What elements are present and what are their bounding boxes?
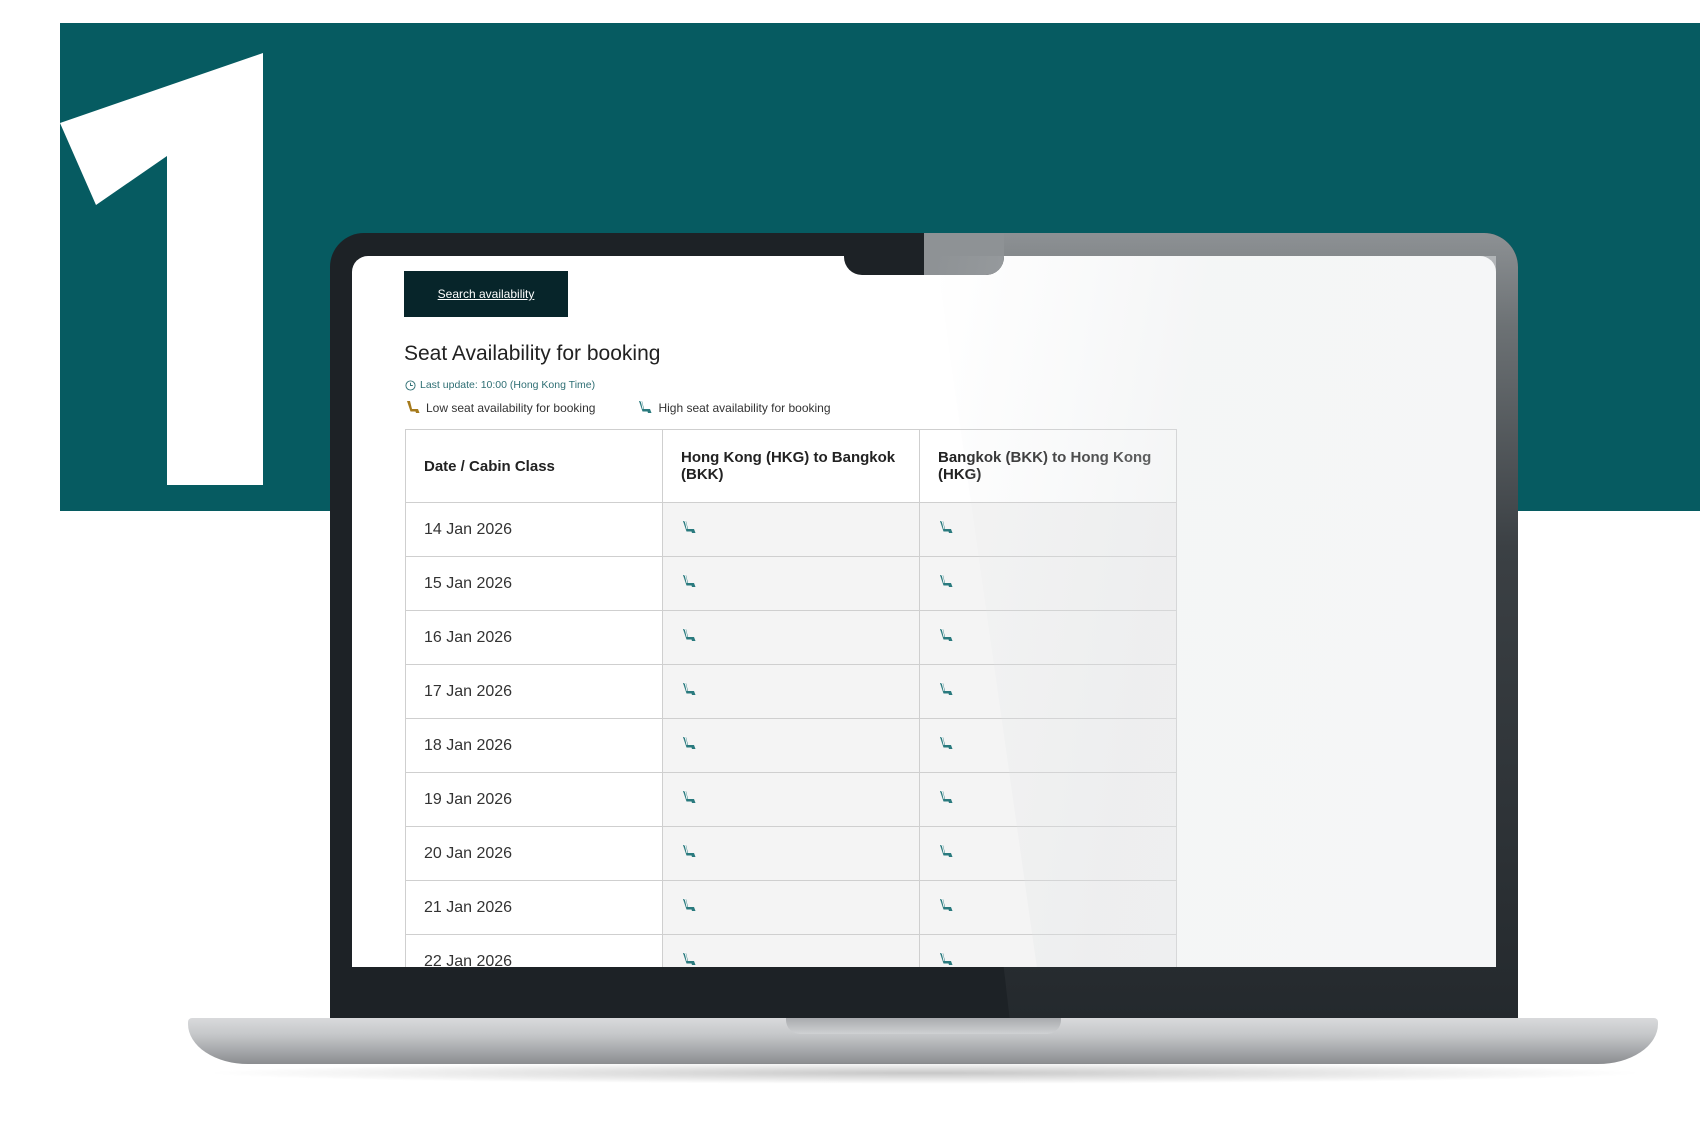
outbound-availability-cell (662, 664, 920, 719)
table-row: 19 Jan 2026 (405, 772, 1177, 827)
legend-high: High seat availability for booking (637, 400, 831, 415)
table-row: 15 Jan 2026 (405, 556, 1177, 611)
legend-low: Low seat availability for booking (405, 400, 595, 415)
high-availability-seat-icon (681, 898, 697, 913)
inbound-availability-cell (919, 610, 1177, 665)
step-number-graphic (60, 23, 280, 493)
availability-legend: Low seat availability for booking High s… (405, 400, 831, 415)
inbound-availability-cell (919, 718, 1177, 773)
table-row: 14 Jan 2026 (405, 502, 1177, 557)
col-header-inbound: Bangkok (BKK) to Hong Kong (HKG) (919, 429, 1177, 503)
high-availability-seat-icon (637, 400, 653, 415)
high-availability-seat-icon (938, 898, 954, 913)
low-availability-seat-icon (405, 400, 421, 415)
inbound-availability-cell (919, 880, 1177, 935)
high-availability-seat-icon (938, 574, 954, 589)
date-cell: 18 Jan 2026 (405, 718, 663, 773)
date-cell: 16 Jan 2026 (405, 610, 663, 665)
high-availability-seat-icon (681, 628, 697, 643)
table-row: 16 Jan 2026 (405, 610, 1177, 665)
date-cell: 15 Jan 2026 (405, 556, 663, 611)
clock-icon (405, 379, 416, 391)
laptop-shadow (200, 1062, 1650, 1084)
table-row: 21 Jan 2026 (405, 880, 1177, 935)
high-availability-seat-icon (938, 952, 954, 967)
table-row: 18 Jan 2026 (405, 718, 1177, 773)
last-update-text: Last update: 10:00 (Hong Kong Time) (420, 379, 596, 391)
table-body: 14 Jan 2026 15 Jan 2026 16 Jan 2026 17 Jan … (405, 502, 1177, 967)
legend-low-label: Low seat availability for booking (426, 400, 596, 415)
date-cell: 17 Jan 2026 (405, 664, 663, 719)
high-availability-seat-icon (938, 790, 954, 805)
laptop-screen: Search availability Seat Availability fo… (352, 256, 1496, 967)
laptop-base-notch (786, 1018, 1061, 1034)
high-availability-seat-icon (681, 682, 697, 697)
outbound-availability-cell (662, 880, 920, 935)
high-availability-seat-icon (938, 682, 954, 697)
high-availability-seat-icon (681, 574, 697, 589)
high-availability-seat-icon (681, 736, 697, 751)
date-cell: 14 Jan 2026 (405, 502, 663, 557)
inbound-availability-cell (919, 664, 1177, 719)
table-row: 17 Jan 2026 (405, 664, 1177, 719)
seat-availability-table: Date / Cabin Class Hong Kong (HKG) to Ba… (405, 429, 1177, 967)
outbound-availability-cell (662, 610, 920, 665)
table-header-row: Date / Cabin Class Hong Kong (HKG) to Ba… (405, 429, 1177, 503)
search-availability-button[interactable]: Search availability (404, 271, 568, 317)
last-update: Last update: 10:00 (Hong Kong Time) (405, 379, 595, 391)
high-availability-seat-icon (681, 790, 697, 805)
outbound-availability-cell (662, 826, 920, 881)
camera-notch-reflection (924, 233, 1004, 275)
high-availability-seat-icon (938, 520, 954, 535)
inbound-availability-cell (919, 772, 1177, 827)
inbound-availability-cell (919, 826, 1177, 881)
inbound-availability-cell (919, 502, 1177, 557)
col-header-outbound: Hong Kong (HKG) to Bangkok (BKK) (662, 429, 920, 503)
high-availability-seat-icon (681, 952, 697, 967)
high-availability-seat-icon (938, 628, 954, 643)
high-availability-seat-icon (681, 520, 697, 535)
outbound-availability-cell (662, 934, 920, 967)
table-row: 22 Jan 2026 (405, 934, 1177, 967)
page-title: Seat Availability for booking (404, 342, 661, 365)
legend-high-label: High seat availability for booking (658, 400, 831, 415)
inbound-availability-cell (919, 934, 1177, 967)
date-cell: 19 Jan 2026 (405, 772, 663, 827)
col-header-date: Date / Cabin Class (405, 429, 663, 503)
high-availability-seat-icon (938, 736, 954, 751)
date-cell: 22 Jan 2026 (405, 934, 663, 967)
high-availability-seat-icon (681, 844, 697, 859)
table-row: 20 Jan 2026 (405, 826, 1177, 881)
outbound-availability-cell (662, 718, 920, 773)
outbound-availability-cell (662, 502, 920, 557)
high-availability-seat-icon (938, 844, 954, 859)
date-cell: 21 Jan 2026 (405, 880, 663, 935)
outbound-availability-cell (662, 556, 920, 611)
outbound-availability-cell (662, 772, 920, 827)
date-cell: 20 Jan 2026 (405, 826, 663, 881)
inbound-availability-cell (919, 556, 1177, 611)
